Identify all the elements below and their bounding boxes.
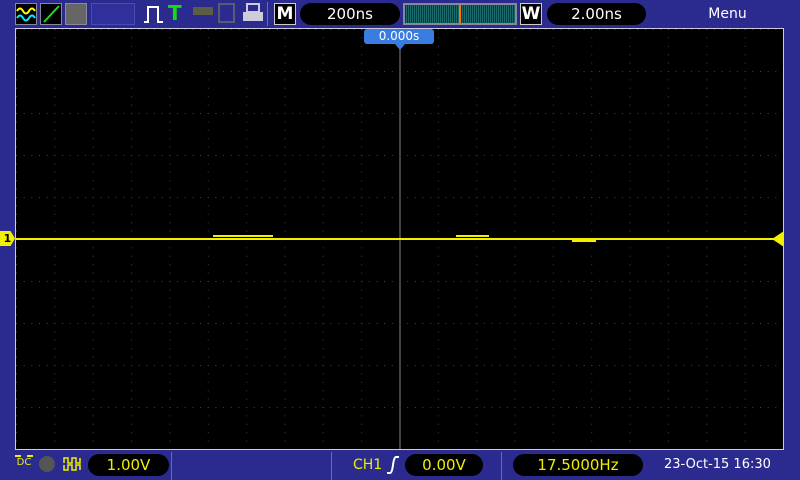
ch1-ground-marker[interactable]: 1: [0, 231, 15, 246]
blank-slot: [91, 3, 135, 25]
divider: [267, 2, 268, 26]
pulse-icon: [143, 4, 165, 28]
trigger-level-marker[interactable]: [772, 231, 784, 247]
save-icon: [218, 3, 235, 23]
trigger-source-label: CH1: [353, 457, 383, 473]
ch1-scale-value[interactable]: 1.00V: [88, 454, 169, 476]
printer-icon[interactable]: [242, 3, 264, 27]
coupling-label: DC: [16, 457, 32, 468]
graticule: [16, 29, 783, 449]
math-ramp-icon[interactable]: [40, 3, 62, 25]
timebase-mode-label: M: [274, 3, 296, 25]
datetime: 23-Oct-15 16:30: [664, 457, 771, 472]
reference-icon[interactable]: [65, 3, 87, 25]
channel-waves-icon[interactable]: [15, 3, 37, 25]
waveform-display[interactable]: [15, 28, 784, 450]
divider: [171, 452, 172, 480]
invert-icon: [63, 456, 83, 476]
bandwidth-limit-icon: [39, 456, 55, 472]
menu-button[interactable]: Menu: [690, 6, 765, 22]
divider: [331, 452, 332, 480]
key-icon: [193, 7, 213, 15]
divider: [501, 452, 502, 480]
trigger-level-value[interactable]: 0.00V: [405, 454, 483, 476]
coupling-dc-icon: DC: [15, 455, 33, 468]
trigger-T-icon: T: [168, 1, 182, 25]
view-window-marker: [459, 5, 461, 23]
rising-edge-icon: [386, 456, 400, 478]
frequency-counter: 17.5000Hz: [513, 454, 643, 476]
window-mode-label: W: [520, 3, 542, 25]
timebase-value[interactable]: 200ns: [300, 3, 400, 25]
memory-depth-waveform[interactable]: [403, 3, 517, 25]
window-timebase-value[interactable]: 2.00ns: [547, 3, 646, 25]
trigger-position-arrow: [395, 44, 405, 50]
trigger-position-marker[interactable]: 0.000s: [364, 29, 434, 44]
